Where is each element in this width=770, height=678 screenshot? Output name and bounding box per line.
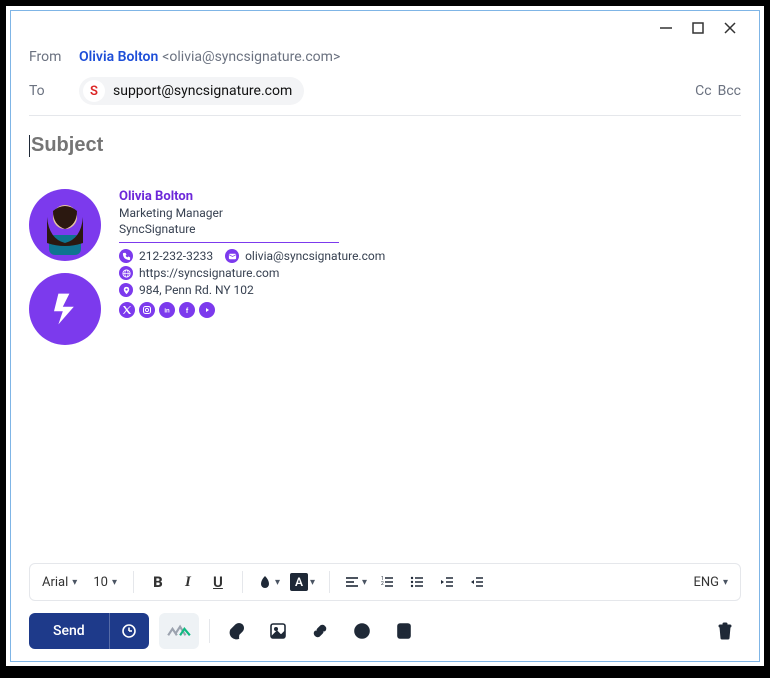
signature-address: 984, Penn Rd. NY 102 (139, 283, 254, 297)
outdent-button[interactable] (433, 568, 461, 596)
bold-button[interactable]: B (144, 568, 172, 596)
x-twitter-icon[interactable] (119, 302, 135, 318)
align-button[interactable]: ▾ (340, 568, 371, 596)
email-icon (225, 249, 239, 263)
youtube-icon[interactable] (199, 302, 215, 318)
from-label: From (29, 49, 79, 65)
signature-name: Olivia Bolton (119, 189, 385, 204)
recipient-initial: S (83, 80, 105, 102)
font-size-value: 10 (93, 575, 108, 590)
insert-link-button[interactable] (304, 615, 336, 647)
indent-button[interactable] (463, 568, 491, 596)
from-name[interactable]: Olivia Bolton (79, 49, 158, 65)
signature-company: SyncSignature (119, 222, 385, 236)
text-cursor (29, 135, 30, 157)
location-icon (119, 283, 133, 297)
window-minimize[interactable] (659, 21, 673, 35)
template-button[interactable] (388, 615, 420, 647)
attach-button[interactable] (220, 615, 252, 647)
language-select[interactable]: ENG▾ (687, 568, 734, 596)
insert-image-button[interactable] (262, 615, 294, 647)
recipient-chip[interactable]: S support@syncsignature.com (79, 77, 304, 105)
signature-logo (29, 273, 101, 345)
delete-draft-button[interactable] (709, 615, 741, 647)
svg-text:2: 2 (381, 581, 384, 587)
signature-toggle[interactable] (159, 613, 199, 649)
subject-input[interactable] (31, 134, 741, 157)
svg-text:in: in (164, 309, 170, 315)
facebook-icon[interactable]: f (179, 302, 195, 318)
unordered-list-button[interactable] (403, 568, 431, 596)
text-color-button[interactable]: ▾ (253, 568, 284, 596)
globe-icon (119, 266, 133, 280)
phone-icon (119, 249, 133, 263)
font-size-select[interactable]: 10▾ (87, 568, 123, 596)
underline-button[interactable]: U (204, 568, 232, 596)
font-family-select[interactable]: Arial▾ (36, 568, 83, 596)
window-maximize[interactable] (691, 21, 705, 35)
signature-url: https://syncsignature.com (139, 266, 279, 280)
signature-title: Marketing Manager (119, 206, 385, 220)
instagram-icon[interactable] (139, 302, 155, 318)
from-row: From Olivia Bolton <olivia@syncsignature… (29, 43, 741, 71)
email-body[interactable]: Olivia Bolton Marketing Manager SyncSign… (29, 165, 741, 555)
italic-button[interactable]: I (174, 568, 202, 596)
send-button[interactable]: Send (29, 613, 109, 649)
svg-text:f: f (186, 308, 189, 315)
ordered-list-button[interactable]: 12 (373, 568, 401, 596)
signature-phone: 212-232-3233 (139, 249, 213, 263)
send-label: Send (53, 623, 85, 639)
emoji-button[interactable] (346, 615, 378, 647)
highlight-color-button[interactable]: A▾ (286, 568, 319, 596)
send-schedule-button[interactable] (109, 613, 149, 649)
linkedin-icon[interactable]: in (159, 302, 175, 318)
from-email: <olivia@syncsignature.com> (162, 49, 340, 65)
action-bar: Send (29, 613, 741, 649)
window-close[interactable] (723, 21, 737, 35)
to-row: To S support@syncsignature.com Cc Bcc (29, 71, 741, 116)
signature-divider (119, 242, 339, 243)
to-label: To (29, 83, 79, 99)
language-value: ENG (693, 575, 719, 590)
cc-button[interactable]: Cc (695, 83, 711, 99)
font-family-value: Arial (42, 575, 68, 590)
formatting-toolbar: Arial▾ 10▾ B I U ▾ A▾ ▾ 12 (29, 563, 741, 601)
bcc-button[interactable]: Bcc (718, 83, 741, 99)
signature-avatar (29, 189, 101, 261)
email-signature: Olivia Bolton Marketing Manager SyncSign… (29, 189, 741, 345)
signature-email: olivia@syncsignature.com (245, 249, 385, 263)
recipient-email: support@syncsignature.com (113, 83, 292, 99)
